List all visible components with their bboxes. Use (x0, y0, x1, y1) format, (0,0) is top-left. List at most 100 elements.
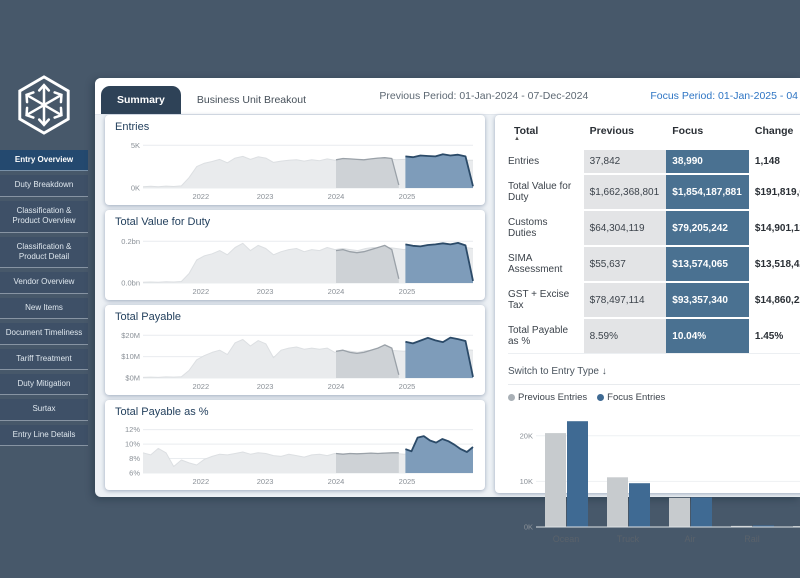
svg-text:2025: 2025 (399, 477, 416, 486)
svg-text:2022: 2022 (192, 287, 209, 296)
svg-text:2022: 2022 (192, 192, 209, 201)
svg-text:Air: Air (685, 534, 696, 544)
kpi-column-header-previous[interactable]: Previous (584, 123, 667, 149)
entry-type-bar-chart[interactable]: 20K10K0KOceanTruckAirRail (508, 403, 800, 552)
svg-text:2025: 2025 (399, 287, 416, 296)
kpi-row-label: Total Payable as % (508, 318, 584, 354)
legend-item-previous-entries[interactable]: Previous Entries (508, 392, 587, 403)
svg-text:Ocean: Ocean (553, 534, 580, 544)
period-labels: Previous Period: 01-Jan-2024 - 07-Dec-20… (379, 78, 798, 114)
summary-detail-card: Total▲PreviousFocusChange Entries37,8423… (495, 115, 800, 493)
main-panel: SummaryBusiness Unit Breakout Previous P… (95, 78, 800, 497)
svg-text:$0M: $0M (125, 374, 140, 383)
svg-text:2024: 2024 (328, 382, 345, 391)
sidebar-menu: Entry Overview Duty Breakdown Classificati… (0, 150, 88, 450)
svg-text:2022: 2022 (192, 382, 209, 391)
kpi-previous-value: $1,662,368,801 (584, 174, 667, 210)
svg-text:$10M: $10M (121, 352, 140, 361)
kpi-previous-value: $55,637 (584, 246, 667, 282)
legend-label: Previous Entries (518, 392, 587, 403)
kpi-row-total-payable-as[interactable]: Total Payable as %8.59%10.04%1.45% (508, 318, 800, 354)
svg-text:8%: 8% (129, 454, 140, 463)
chart-card-total-value-for-duty[interactable]: Total Value for Duty 0.2bn 0.0bn 2022 2023 20… (105, 210, 485, 300)
kpi-table: Total▲PreviousFocusChange Entries37,8423… (508, 123, 800, 354)
svg-text:2022: 2022 (192, 477, 209, 486)
chart-title: Total Value for Duty (115, 216, 479, 228)
kpi-focus-value: $1,854,187,881 (666, 174, 749, 210)
kpi-change-value: 1,148 (749, 149, 800, 174)
kpi-previous-value: $64,304,119 (584, 210, 667, 246)
legend-dot-icon (597, 394, 604, 401)
kpi-row-gst-excise-tax[interactable]: GST + Excise Tax$78,497,114$93,357,340$1… (508, 282, 800, 318)
kpi-focus-value: $13,574,065 (666, 246, 749, 282)
sidebar-item-vendor-overview[interactable]: Vendor Overview (0, 272, 88, 293)
bar-chart-legend: Previous Entries Focus Entries (508, 392, 800, 403)
kpi-row-customs-duties[interactable]: Customs Duties$64,304,119$79,205,242$14,… (508, 210, 800, 246)
chart-card-total-payable-as-pct[interactable]: Total Payable as %12%10%8%6%202220232024… (105, 400, 485, 490)
svg-text:2025: 2025 (399, 382, 416, 391)
svg-text:2023: 2023 (257, 192, 274, 201)
kpi-focus-value: 38,990 (666, 149, 749, 174)
legend-item-focus-entries[interactable]: Focus Entries (597, 392, 665, 403)
chart-card-total-payable[interactable]: Total Payable$20M$10M$0M2022202320242025 (105, 305, 485, 395)
sidebar: Entry Overview Duty Breakdown Classificati… (0, 0, 88, 578)
svg-text:Truck: Truck (617, 534, 640, 544)
kpi-row-label: Customs Duties (508, 210, 584, 246)
bar-chart-svg: 20K10K0KOceanTruckAirRail (508, 407, 800, 547)
kpi-column-header-change[interactable]: Change (749, 123, 800, 149)
svg-text:2024: 2024 (328, 477, 345, 486)
svg-text:2024: 2024 (328, 192, 345, 201)
sparkline-svg: 0.2bn 0.0bn 2022 2023 2024 2025 (113, 230, 477, 296)
svg-text:Rail: Rail (744, 534, 760, 544)
kpi-row-label: GST + Excise Tax (508, 282, 584, 318)
kpi-row-label: Total Value for Duty (508, 174, 584, 210)
legend-label: Focus Entries (607, 392, 665, 403)
svg-text:2023: 2023 (257, 477, 274, 486)
kpi-column-header-focus[interactable]: Focus (666, 123, 749, 149)
chart-card-entries[interactable]: Entries5K0K2022202320242025 (105, 115, 485, 205)
kpi-previous-value: $78,497,114 (584, 282, 667, 318)
kpi-previous-value: 37,842 (584, 149, 667, 174)
sidebar-item-duty-breakdown[interactable]: Duty Breakdown (0, 175, 88, 196)
sidebar-item-entry-overview[interactable]: Entry Overview (0, 150, 88, 171)
svg-text:2025: 2025 (399, 192, 416, 201)
svg-text:2024: 2024 (328, 287, 345, 296)
kpi-change-value: $191,819,080 (749, 174, 800, 210)
sidebar-item-tariff-treatment[interactable]: Tariff Treatment (0, 349, 88, 370)
chart-title: Total Payable (115, 311, 479, 323)
kpi-row-entries[interactable]: Entries37,84238,9901,148 (508, 149, 800, 174)
sort-ascending-icon: ▲ (514, 137, 578, 142)
kpi-change-value: $14,860,226 (749, 282, 800, 318)
sparkline-svg: 5K0K2022202320242025 (113, 135, 477, 201)
sidebar-item-duty-mitigation[interactable]: Duty Mitigation (0, 374, 88, 395)
sidebar-item-document-timeliness[interactable]: Document Timeliness (0, 323, 88, 344)
svg-text:2023: 2023 (257, 382, 274, 391)
focus-period-label: Focus Period: 01-Jan-2025 - 04 (650, 90, 798, 102)
sidebar-item-entry-line-details[interactable]: Entry Line Details (0, 425, 88, 446)
kpi-change-value: 1.45% (749, 318, 800, 354)
topbar: SummaryBusiness Unit Breakout Previous P… (95, 78, 800, 115)
kpi-focus-value: $93,357,340 (666, 282, 749, 318)
svg-text:0.0bn: 0.0bn (121, 279, 140, 288)
kpi-table-header: Total▲PreviousFocusChange (508, 123, 800, 149)
kpi-row-total-value-for-duty[interactable]: Total Value for Duty$1,662,368,801$1,854… (508, 174, 800, 210)
kpi-change-value: $14,901,123 (749, 210, 800, 246)
sidebar-item-new-items[interactable]: New Items (0, 298, 88, 319)
svg-text:0.2bn: 0.2bn (121, 237, 140, 246)
legend-dot-icon (508, 394, 515, 401)
kpi-previous-value: 8.59% (584, 318, 667, 354)
kpi-row-sima-assessment[interactable]: SIMA Assessment$55,637$13,574,065$13,518… (508, 246, 800, 282)
sidebar-item-surtax[interactable]: Surtax (0, 399, 88, 420)
tab-business-unit-breakout[interactable]: Business Unit Breakout (181, 86, 322, 114)
svg-text:5K: 5K (131, 141, 140, 150)
svg-text:10K: 10K (520, 477, 533, 486)
sidebar-item-classification-product-detail[interactable]: Classification & Product Detail (0, 237, 88, 269)
kpi-column-header-total[interactable]: Total▲ (508, 123, 584, 149)
tab-bar: SummaryBusiness Unit Breakout (101, 86, 322, 114)
tab-summary[interactable]: Summary (101, 86, 181, 114)
svg-text:2023: 2023 (257, 287, 274, 296)
sidebar-item-classification-product-overview[interactable]: Classification & Product Overview (0, 201, 88, 233)
kpi-focus-value: 10.04% (666, 318, 749, 354)
switch-to-entry-type-button[interactable]: Switch to Entry Type ↓ (508, 363, 800, 385)
previous-period-label: Previous Period: 01-Jan-2024 - 07-Dec-20… (379, 90, 588, 102)
